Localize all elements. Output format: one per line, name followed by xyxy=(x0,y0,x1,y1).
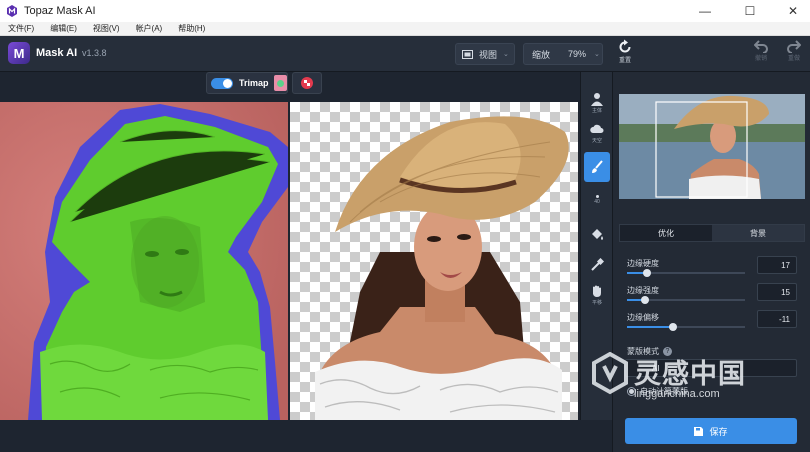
brush-tool[interactable] xyxy=(584,152,610,182)
swatch-dot xyxy=(276,79,284,87)
window-title: Topaz Mask AI xyxy=(24,5,96,17)
mask-mode-label: 蒙版模式 xyxy=(627,347,659,356)
edge-hardness-slider[interactable]: 边缘硬度 17 xyxy=(627,256,807,284)
redo-icon xyxy=(787,40,801,53)
sky-tool[interactable]: 天空 xyxy=(584,118,610,148)
help-icon[interactable]: ? xyxy=(663,347,672,356)
brush-size-dot-icon xyxy=(595,195,599,198)
eyedropper-icon xyxy=(591,258,604,271)
cutout-subject-image xyxy=(315,116,569,420)
slider-track[interactable] xyxy=(627,323,745,331)
tab-refine[interactable]: 优化 xyxy=(620,225,712,241)
navigator-thumbnail[interactable] xyxy=(619,94,805,199)
chevron-down-icon: ⌄ xyxy=(594,51,600,58)
canvas-footer xyxy=(0,420,612,452)
view-dropdown[interactable]: 视图 ⌄ xyxy=(455,43,515,65)
slider-knob[interactable] xyxy=(640,296,649,304)
person-icon xyxy=(591,93,603,106)
panel-tabs: 优化 背景 xyxy=(619,224,805,242)
menu-account[interactable]: 帐户(A) xyxy=(136,23,163,34)
canvas-toolbar: Trimap xyxy=(0,72,612,102)
auto-mask-label: 自动计算蒙版 xyxy=(640,387,688,396)
slider-label: 边缘偏移 xyxy=(627,313,659,322)
slider-label: 边缘硬度 xyxy=(627,259,659,268)
fill-tool[interactable] xyxy=(584,220,610,250)
mask-mode-value: AI xyxy=(652,363,660,373)
hand-icon xyxy=(593,285,601,297)
view-icon xyxy=(462,49,473,59)
reset-icon xyxy=(619,39,631,53)
view-label: 视图 xyxy=(479,49,498,60)
slider-knob[interactable] xyxy=(643,269,652,277)
auto-mask-checkbox[interactable] xyxy=(627,387,636,396)
menu-edit[interactable]: 编辑(E) xyxy=(50,23,77,34)
slider-track[interactable] xyxy=(627,296,745,304)
checker-bg-icon xyxy=(301,77,313,89)
eyedropper-tool[interactable] xyxy=(584,250,610,280)
menu-file[interactable]: 文件(F) xyxy=(8,23,34,34)
cloud-icon xyxy=(590,124,604,133)
cutout-preview-canvas[interactable] xyxy=(290,102,578,420)
redo-button[interactable]: 重做 xyxy=(783,39,805,69)
right-panel: 优化 背景 边缘硬度 17 边缘强度 15 边缘偏移 -11 蒙版模式 ? AI xyxy=(612,72,810,452)
checkbox-dot xyxy=(629,389,634,394)
slider-value-field[interactable]: 17 xyxy=(757,256,797,274)
tab-background[interactable]: 背景 xyxy=(712,225,804,241)
title-bar: Topaz Mask AI — ☐ ✕ xyxy=(0,0,810,22)
menu-view[interactable]: 视图(V) xyxy=(93,23,120,34)
close-button[interactable]: ✕ xyxy=(778,0,808,22)
background-preview-toggle[interactable] xyxy=(292,72,322,94)
app-window: Topaz Mask AI — ☐ ✕ 文件(F) 编辑(E) 视图(V) 帐户… xyxy=(0,0,810,452)
edge-shift-slider[interactable]: 边缘偏移 -11 xyxy=(627,310,807,338)
save-button[interactable]: 保存 xyxy=(625,418,797,444)
slider-label: 边缘强度 xyxy=(627,286,659,295)
app-name: Mask AI xyxy=(36,47,78,59)
slider-value-field[interactable]: -11 xyxy=(757,310,797,328)
mask-ai-logo: M xyxy=(8,42,30,64)
menu-bar: 文件(F) 编辑(E) 视图(V) 帐户(A) 帮助(H) xyxy=(0,22,810,36)
minimize-button[interactable]: — xyxy=(690,0,720,22)
slider-fill xyxy=(627,326,674,328)
zoom-label: 缩放 xyxy=(532,49,551,60)
menu-help[interactable]: 帮助(H) xyxy=(178,23,205,34)
slider-knob[interactable] xyxy=(669,323,678,331)
toggle-knob xyxy=(223,78,232,88)
undo-icon xyxy=(754,40,768,53)
app-version: v1.3.8 xyxy=(82,48,107,58)
save-label: 保存 xyxy=(709,426,728,437)
trimap-color-swatch[interactable] xyxy=(273,75,287,91)
slider-value-field[interactable]: 15 xyxy=(757,283,797,301)
edge-strength-slider[interactable]: 边缘强度 15 xyxy=(627,283,807,311)
maximize-button[interactable]: ☐ xyxy=(735,0,765,22)
undo-button[interactable]: 撤销 xyxy=(750,39,772,69)
zoom-dropdown[interactable]: 缩放 79% ⌄ xyxy=(523,43,603,65)
trimap-control: Trimap xyxy=(206,72,288,94)
app-logo-icon xyxy=(7,5,17,17)
slider-track[interactable] xyxy=(627,269,745,277)
subject-tool[interactable]: 主体 xyxy=(584,88,610,118)
paint-bucket-icon xyxy=(592,229,603,240)
zoom-value: 79% xyxy=(568,49,587,59)
mask-mode-select[interactable]: AI xyxy=(625,359,797,377)
brush-size-indicator[interactable]: 40 xyxy=(584,186,610,214)
trimap-label: Trimap xyxy=(239,78,269,88)
tool-column: 主体 天空 40 平移 xyxy=(580,72,612,420)
pan-tool[interactable]: 平移 xyxy=(584,280,610,310)
auto-mask-option[interactable]: 自动计算蒙版 xyxy=(627,386,688,397)
brush-icon xyxy=(592,160,603,173)
chevron-down-icon: ⌄ xyxy=(503,51,509,58)
app-header: M Mask AI v1.3.8 视图 ⌄ 缩放 79% ⌄ 重置 撤销 重做 xyxy=(0,36,810,72)
mask-mode-header: 蒙版模式 ? xyxy=(627,346,672,357)
trimap-toggle[interactable] xyxy=(211,77,233,89)
thumbnail-image xyxy=(619,94,805,199)
mask-overlay-image xyxy=(0,102,288,420)
reset-button[interactable]: 重置 xyxy=(614,39,636,69)
save-icon xyxy=(694,426,704,436)
mask-canvas[interactable] xyxy=(0,102,288,420)
